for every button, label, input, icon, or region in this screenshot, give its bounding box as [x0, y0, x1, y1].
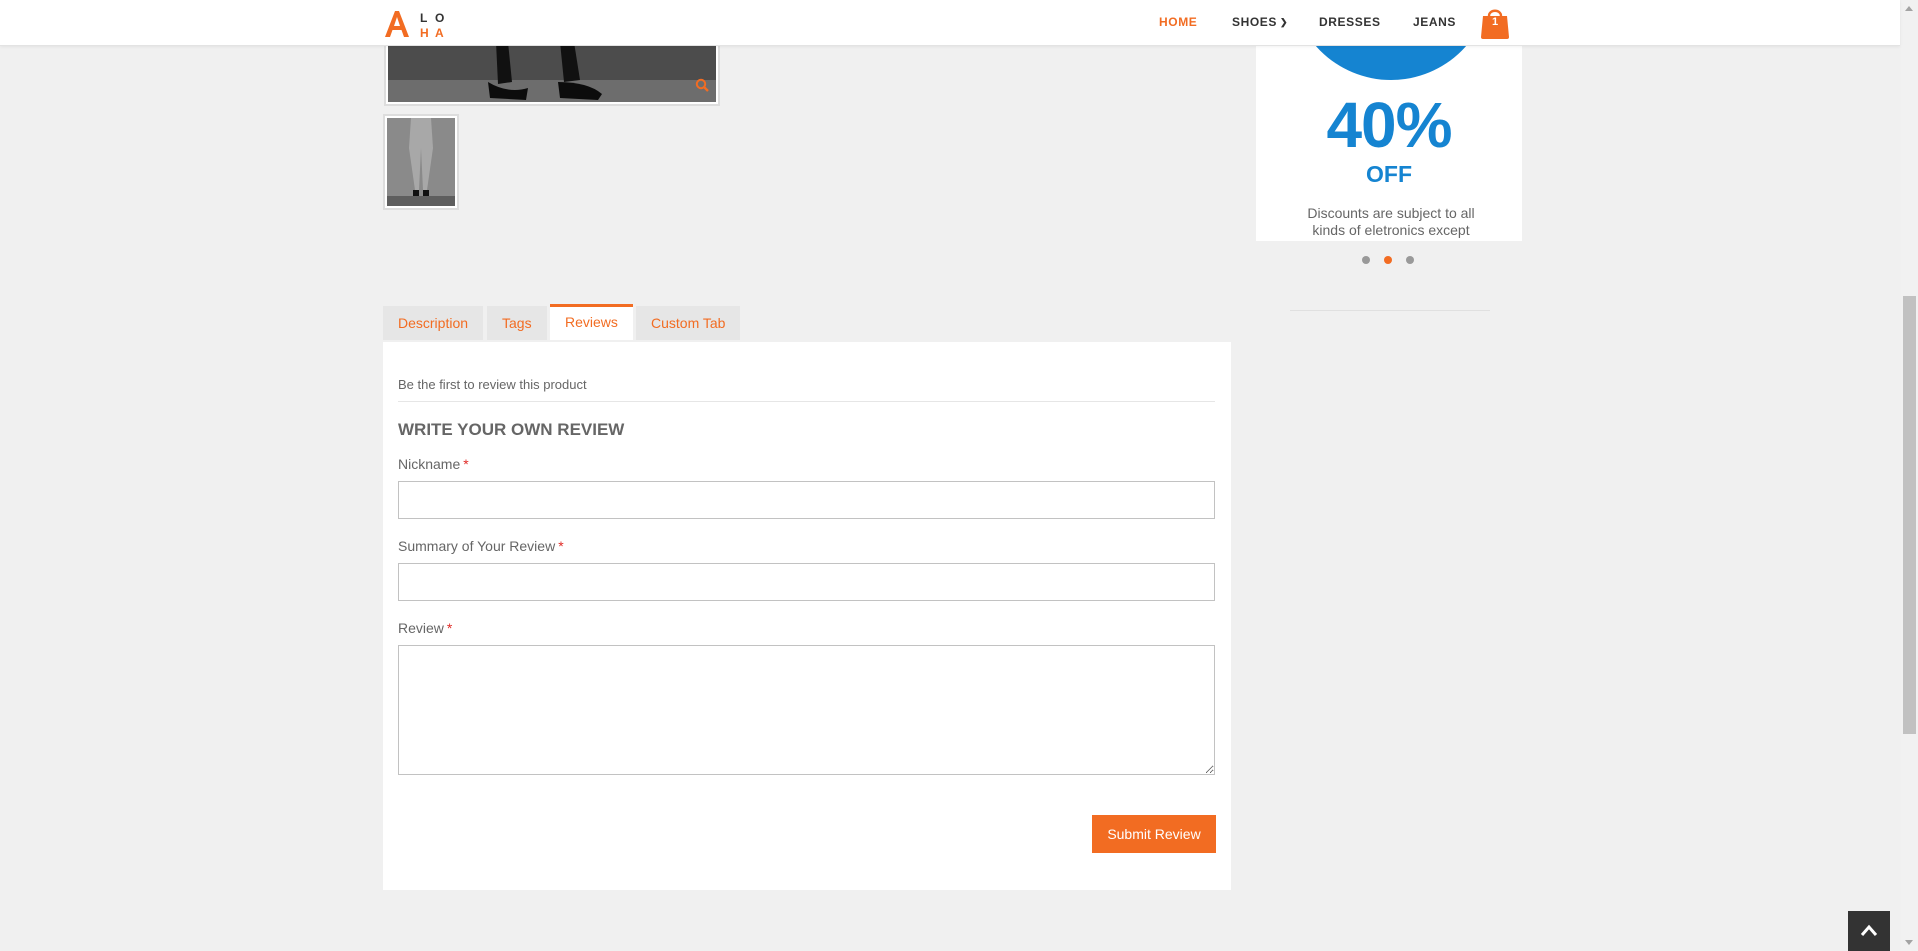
tab-custom[interactable]: Custom Tab [636, 306, 741, 340]
review-form-title: Write Your Own Review [398, 420, 625, 439]
promo-text: Discounts are subject to all kinds of el… [1307, 205, 1475, 238]
nav-jeans[interactable]: JEANS [1413, 15, 1456, 29]
nav-shoes[interactable]: SHOES ❯ [1232, 15, 1288, 29]
arrow-up-icon [1860, 924, 1878, 936]
carousel-dot-3[interactable] [1406, 256, 1414, 264]
chevron-down-icon: ❯ [1280, 17, 1289, 27]
reviews-panel: Be the first to review this product Writ… [383, 342, 1231, 890]
product-main-image[interactable] [384, 40, 720, 106]
promo-circle [1291, 45, 1491, 80]
divider [398, 401, 1215, 402]
tab-tags[interactable]: Tags [487, 306, 547, 340]
required-mark: * [463, 456, 469, 472]
thumbnail-photo [387, 118, 455, 206]
nickname-label: Nickname * [398, 456, 469, 472]
aloha-logo[interactable]: L O H A [383, 9, 449, 39]
product-thumbnail[interactable] [383, 114, 459, 210]
summary-label: Summary of Your Review * [398, 538, 564, 554]
review-label-text: Review [398, 620, 444, 636]
first-review-text: Be the first to review this product [398, 377, 587, 392]
svg-text:L: L [420, 11, 427, 25]
svg-text:A: A [435, 26, 444, 39]
carousel-dot-1[interactable] [1362, 256, 1370, 264]
summary-input[interactable] [398, 563, 1215, 601]
site-header: L O H A HOME SHOES ❯ DRESSES JEANS 1 [0, 0, 1900, 46]
sidebar-divider [1290, 310, 1490, 311]
back-to-top-button[interactable] [1848, 911, 1890, 951]
cart-count-badge: 1 [1491, 16, 1499, 28]
nav-dresses[interactable]: DRESSES [1319, 15, 1381, 29]
nav-shoes-label: SHOES [1232, 15, 1278, 29]
submit-review-button[interactable]: Submit Review [1092, 815, 1216, 853]
promo-percent: 40% [1326, 89, 1452, 161]
carousel-dot-2[interactable] [1384, 256, 1392, 264]
product-photo [388, 42, 716, 102]
carousel-dots [1362, 256, 1414, 264]
promo-banner[interactable]: 40% OFF Discounts are subject to all kin… [1256, 45, 1522, 241]
review-textarea[interactable] [398, 645, 1215, 775]
required-mark: * [558, 538, 564, 554]
scroll-up-arrow[interactable] [1905, 6, 1913, 11]
summary-label-text: Summary of Your Review [398, 538, 556, 554]
search-icon[interactable] [695, 78, 709, 92]
scroll-thumb[interactable] [1903, 296, 1916, 734]
promo-off: OFF [1366, 161, 1412, 187]
tab-description[interactable]: Description [383, 306, 484, 340]
nickname-label-text: Nickname [398, 456, 461, 472]
tab-reviews[interactable]: Reviews [550, 304, 633, 340]
nickname-input[interactable] [398, 481, 1215, 519]
review-label: Review * [398, 620, 452, 636]
nav-home[interactable]: HOME [1159, 15, 1197, 29]
svg-text:O: O [435, 11, 444, 25]
required-mark: * [446, 620, 453, 636]
svg-text:H: H [420, 26, 429, 39]
scroll-down-arrow[interactable] [1905, 940, 1913, 945]
page-scrollbar[interactable] [1901, 0, 1918, 951]
